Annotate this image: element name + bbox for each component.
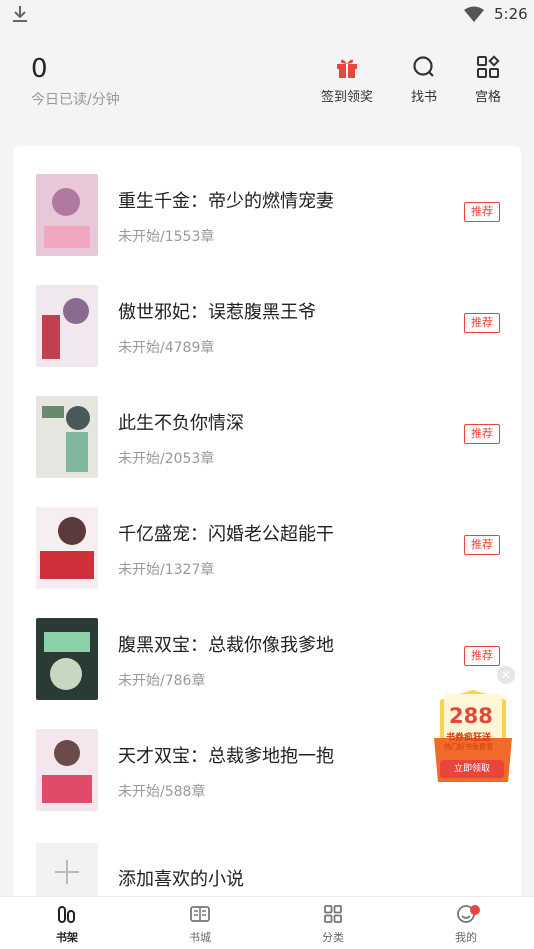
book-title: 此生不负你情深 — [118, 413, 244, 434]
search-icon — [413, 56, 434, 77]
checkin-button[interactable]: 签到领奖 — [312, 54, 382, 105]
book-item[interactable]: 傲世邪妃：误惹腹黑王爷 未开始/4789章 推荐 — [13, 285, 521, 396]
book-item[interactable]: 重生千金：帝少的燃情宠妻 未开始/1553章 推荐 — [13, 174, 521, 285]
book-cover — [36, 507, 98, 589]
tab-label: 书架 — [56, 931, 78, 944]
grid-icon — [477, 55, 500, 78]
notification-dot — [470, 905, 480, 915]
promo-banner[interactable]: ✕ 288 书券疯狂送 热门好书免费看 立即领取 — [430, 664, 516, 786]
wifi-icon — [464, 6, 484, 22]
book-title: 天才双宝：总裁爹地抱一抱 — [118, 746, 334, 767]
book-title: 腹黑双宝：总裁你像我爹地 — [118, 635, 334, 656]
book-progress: 未开始/1553章 — [118, 229, 215, 245]
promo-line2: 热门好书免费看 — [444, 743, 493, 751]
book-cover — [36, 174, 98, 256]
book-progress: 未开始/2053章 — [118, 451, 215, 467]
bookshelf-icon — [58, 906, 75, 923]
bottom-tab-bar: 书架 书城 分类 我的 — [0, 896, 534, 949]
book-title: 千亿盛宠：闪婚老公超能干 — [118, 524, 334, 545]
recommend-tag: 推荐 — [464, 535, 500, 555]
gift-icon — [337, 59, 357, 78]
find-book-button[interactable]: 找书 — [389, 54, 459, 105]
recommend-tag: 推荐 — [464, 202, 500, 222]
promo-amount: 288 — [449, 704, 493, 728]
status-time: 5:26 — [494, 5, 528, 23]
status-bar: 5:26 — [0, 0, 534, 30]
book-progress: 未开始/786章 — [118, 673, 206, 689]
book-progress: 未开始/1327章 — [118, 562, 215, 578]
grid-view-button[interactable]: 宫格 — [453, 54, 523, 105]
reading-header: 0 今日已读/分钟 签到领奖 找书 宫格 — [0, 30, 534, 140]
promo-claim-button[interactable]: 立即领取 — [440, 760, 504, 778]
book-cover — [36, 729, 98, 811]
book-icon — [190, 906, 210, 922]
book-cover — [36, 618, 98, 700]
book-progress: 未开始/4789章 — [118, 340, 215, 356]
grid-view-label: 宫格 — [474, 90, 501, 105]
tab-label: 书城 — [189, 931, 211, 944]
tab-label: 我的 — [455, 931, 477, 944]
tab-bookshelf[interactable]: 书架 — [27, 903, 107, 945]
book-item[interactable]: 此生不负你情深 未开始/2053章 推荐 — [13, 396, 521, 507]
tab-label: 分类 — [322, 931, 344, 944]
add-book-label[interactable]: 添加喜欢的小说 — [118, 865, 244, 891]
download-icon — [13, 6, 27, 22]
close-icon[interactable]: ✕ — [497, 666, 515, 684]
reading-count: 0 — [31, 54, 48, 84]
book-progress: 未开始/588章 — [118, 784, 206, 800]
recommend-tag: 推荐 — [464, 646, 500, 666]
checkin-label: 签到领奖 — [320, 90, 373, 105]
recommend-tag: 推荐 — [464, 424, 500, 444]
tab-profile[interactable]: 我的 — [426, 903, 506, 945]
book-title: 傲世邪妃：误惹腹黑王爷 — [118, 302, 316, 323]
book-item[interactable]: 千亿盛宠：闪婚老公超能干 未开始/1327章 推荐 — [13, 507, 521, 618]
recommend-tag: 推荐 — [464, 313, 500, 333]
book-cover — [36, 285, 98, 367]
reading-count-label: 今日已读/分钟 — [31, 92, 120, 108]
bookshelf-list: 重生千金：帝少的燃情宠妻 未开始/1553章 推荐 傲世邪妃：误惹腹黑王爷 未开… — [13, 146, 521, 906]
book-title: 重生千金：帝少的燃情宠妻 — [118, 191, 334, 212]
find-book-label: 找书 — [410, 90, 437, 105]
category-icon — [324, 905, 342, 923]
tab-category[interactable]: 分类 — [293, 903, 373, 945]
tab-bookstore[interactable]: 书城 — [160, 903, 240, 945]
book-cover — [36, 396, 98, 478]
